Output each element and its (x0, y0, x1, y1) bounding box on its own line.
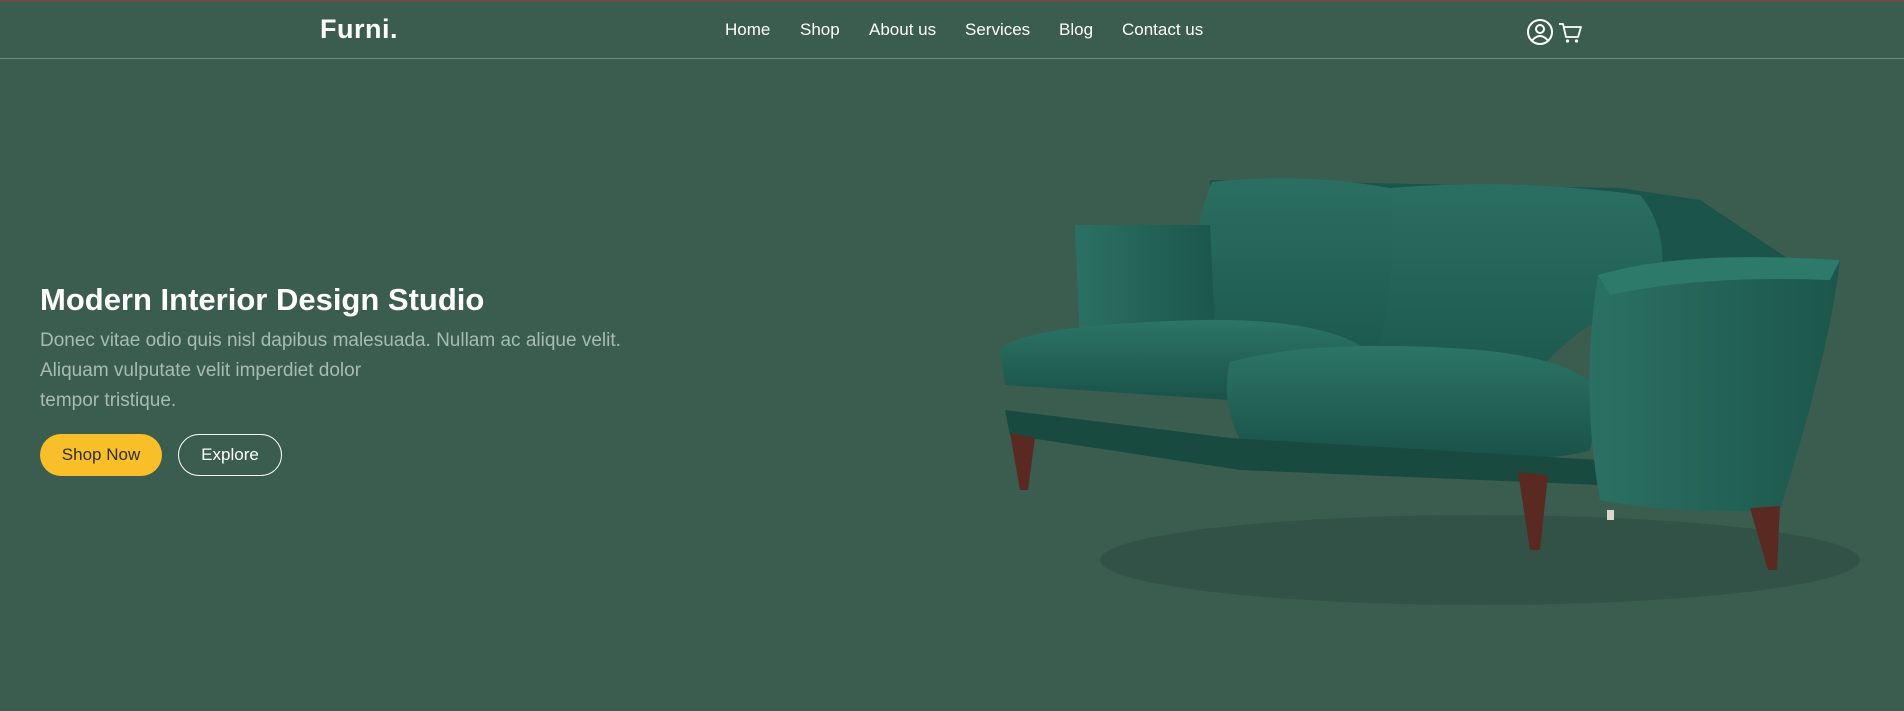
nav-blog[interactable]: Blog (1059, 20, 1093, 40)
shop-now-button[interactable]: Shop Now (40, 434, 162, 476)
hero-text-line: Donec vitae odio quis nisl dapibus males… (40, 330, 621, 351)
user-icon[interactable] (1525, 17, 1555, 47)
nav-shop[interactable]: Shop (800, 20, 840, 40)
nav-contact-us[interactable]: Contact us (1122, 20, 1203, 40)
hero-title: Modern Interior Design Studio (40, 282, 485, 317)
sofa-image (1000, 178, 1860, 605)
main-menu: Home Shop About us Services Blog Contact… (0, 20, 1904, 44)
hero-text-line: Aliquam vulputate velit imperdiet dolor (40, 360, 362, 381)
nav-services[interactable]: Services (965, 20, 1030, 40)
hero-description: Donec vitae odio quis nisl dapibus males… (40, 326, 720, 416)
nav-home[interactable]: Home (725, 20, 770, 40)
explore-button[interactable]: Explore (178, 434, 282, 476)
navbar: Furni. Home Shop About us Services Blog … (0, 2, 1904, 59)
hero-text-line: tempor tristique. (40, 390, 177, 411)
cart-icon[interactable] (1556, 17, 1586, 47)
nav-about-us[interactable]: About us (869, 20, 936, 40)
